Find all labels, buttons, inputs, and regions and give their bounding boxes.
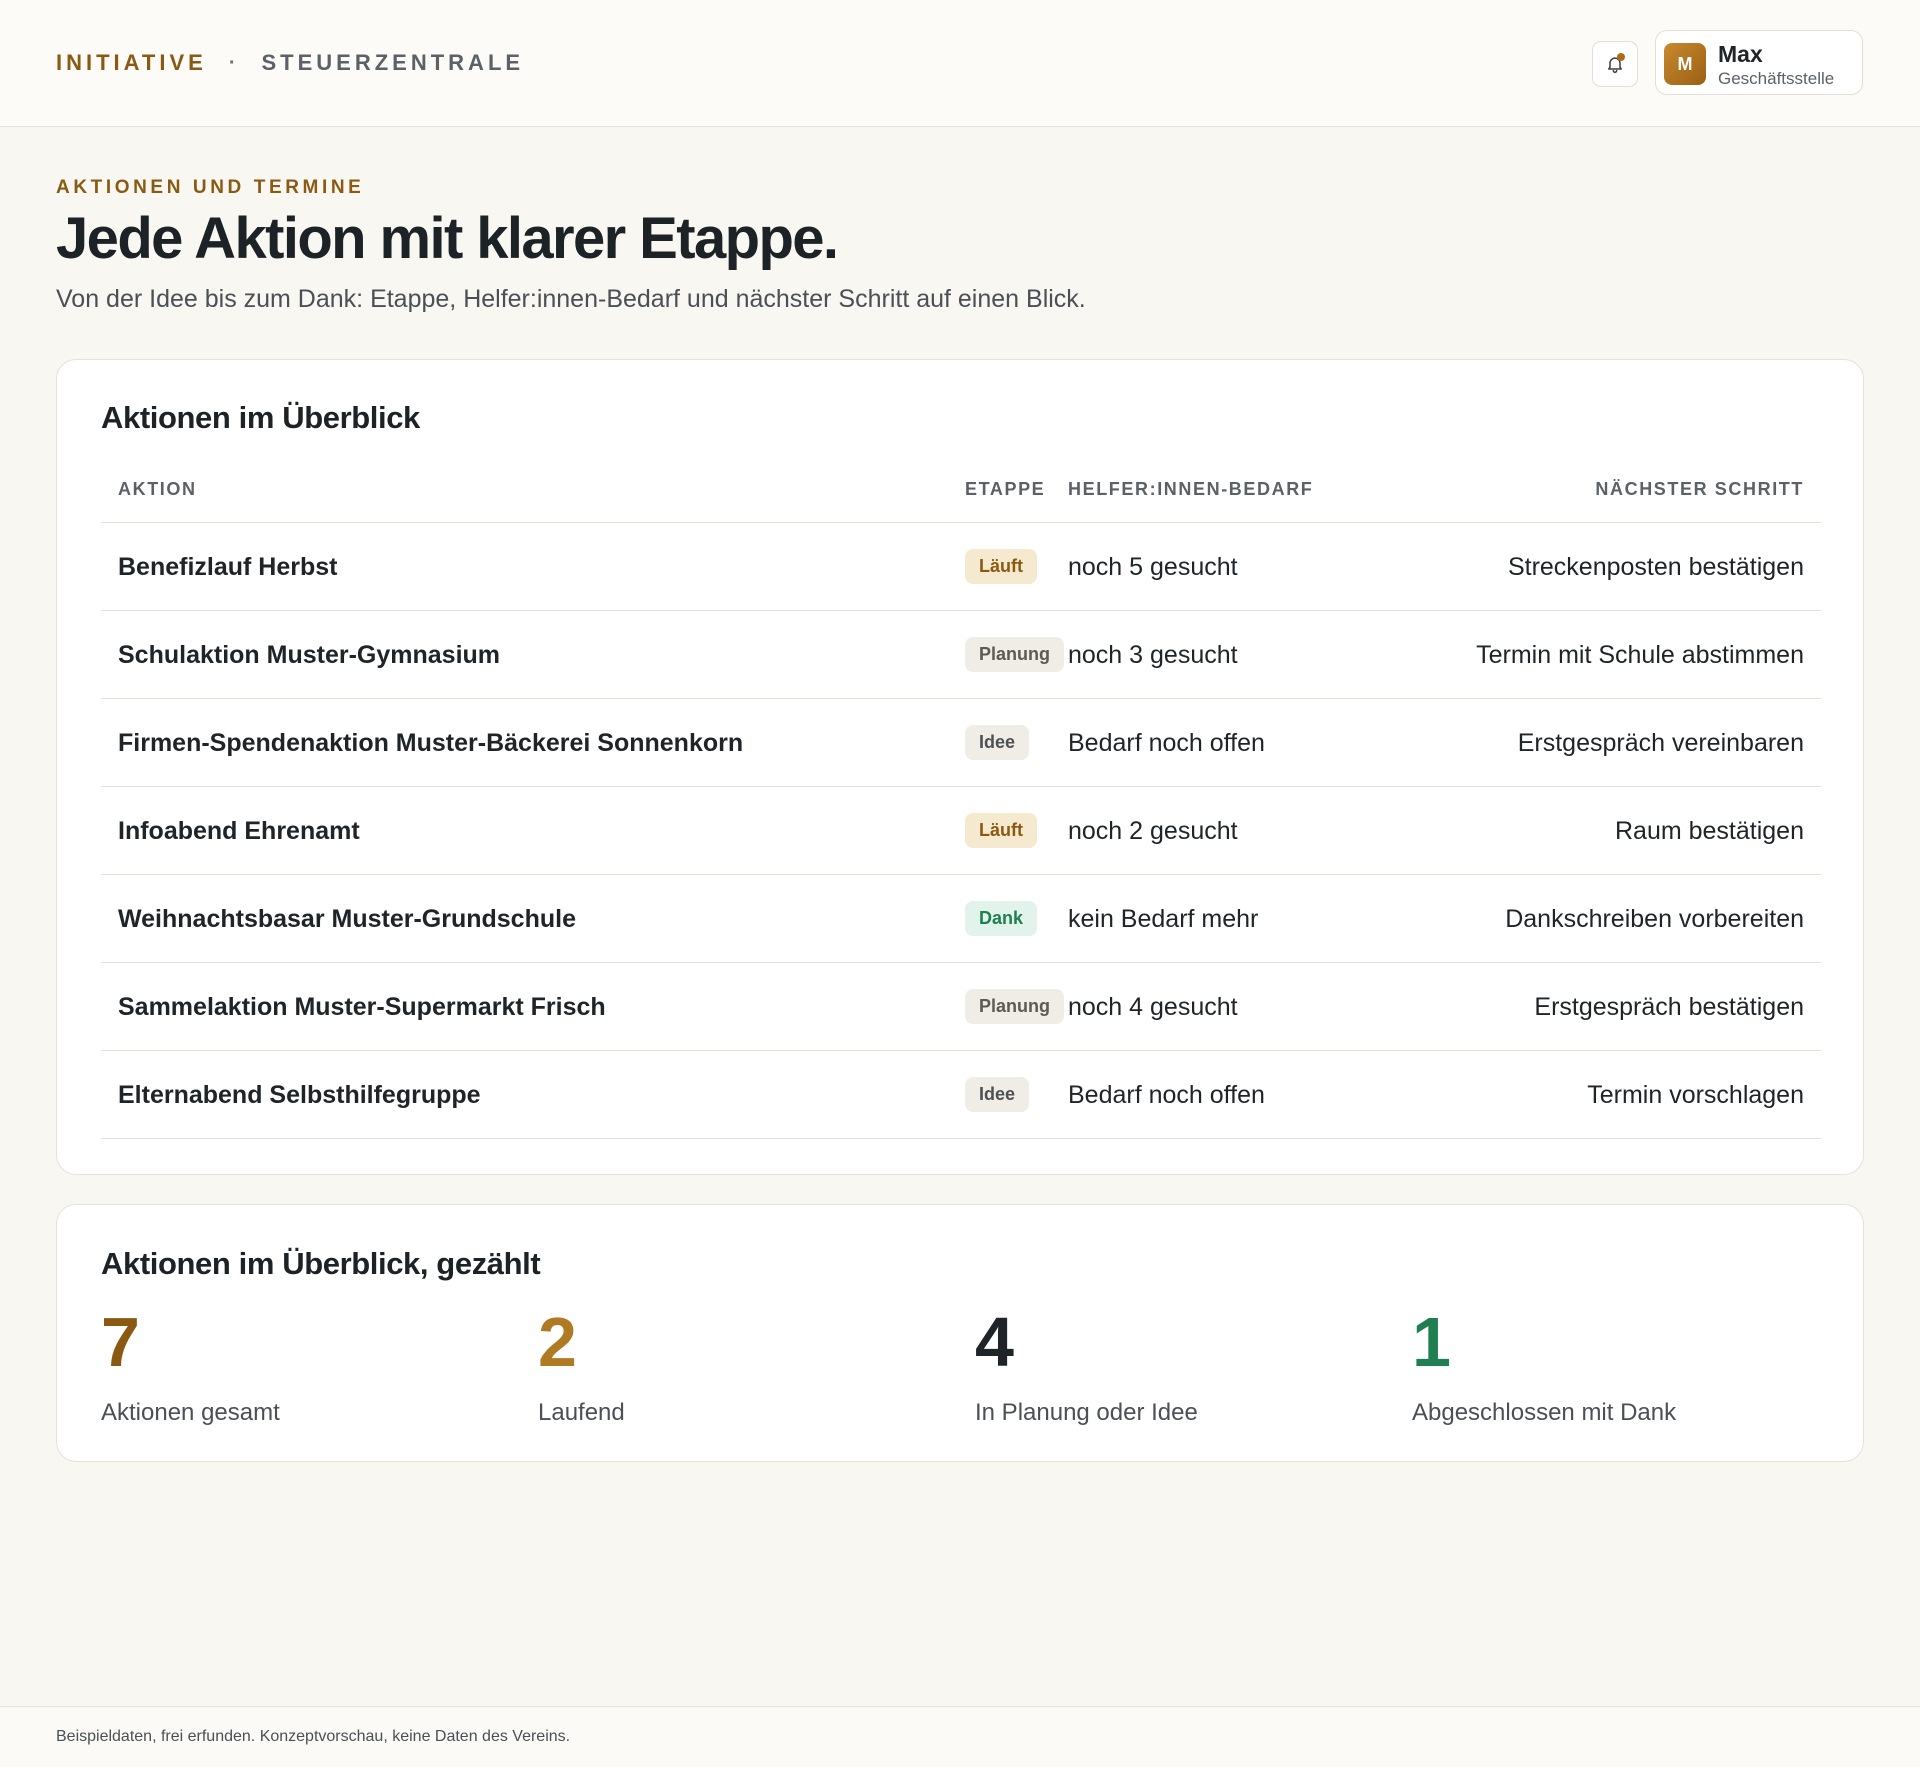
brand-separator: · [228,51,240,74]
next-step: Raum bestätigen [1614,817,1804,845]
action-name: Benefizlauf Herbst [118,553,338,581]
stage-badge: Planung [965,989,1064,1024]
next-step: Streckenposten bestätigen [1507,553,1804,581]
stat-label: In Planung oder Idee [975,1399,1198,1426]
user-name: Max [1718,41,1763,67]
next-step: Dankschreiben vorbereiten [1505,905,1804,933]
user-menu[interactable]: M Max Geschäftsstelle [1655,30,1863,95]
table-row[interactable]: Benefizlauf Herbst Läuft noch 5 gesucht … [101,523,1821,611]
helper-need: noch 4 gesucht [1068,993,1238,1021]
stat-value: 7 [101,1303,140,1381]
brand[interactable]: INITIATIVE · STEUERZENTRALE [56,50,524,76]
notification-dot [1617,53,1625,61]
stat-value: 2 [538,1303,577,1381]
table-header: AKTION ETAPPE HELFER:INNEN-BEDARF NÄCHST… [101,466,1821,523]
action-name: Firmen-Spendenaktion Muster-Bäckerei Son… [118,729,744,757]
table-row[interactable]: Sammelaktion Muster-Supermarkt Frisch Pl… [101,963,1821,1051]
stat-value: 4 [975,1303,1014,1381]
next-step: Termin mit Schule abstimmen [1476,641,1804,669]
stat-running: 2 Laufend [538,1307,625,1427]
action-name: Weihnachtsbasar Muster-Grundschule [118,905,576,933]
helper-need: noch 5 gesucht [1068,553,1238,581]
table-title: Aktionen im Überblick [101,400,420,435]
column-header-etappe[interactable]: ETAPPE [965,479,1045,500]
stage-badge: Idee [965,1077,1030,1112]
actions-table-card: Aktionen im Überblick AKTION ETAPPE HELF… [56,359,1864,1175]
helper-need: kein Bedarf mehr [1068,905,1259,933]
next-step: Termin vorschlagen [1587,1081,1804,1109]
stat-label: Laufend [538,1399,625,1426]
stat-done: 1 Abgeschlossen mit Dank [1412,1307,1676,1427]
stats-card: Aktionen im Überblick, gezählt 7 Aktione… [56,1204,1864,1462]
footer-note: Beispieldaten, frei erfunden. Konzeptvor… [56,1728,571,1745]
stage-badge: Idee [965,725,1030,760]
section-eyebrow: AKTIONEN UND TERMINE [56,177,365,198]
column-header-naechster-schritt[interactable]: NÄCHSTER SCHRITT [1595,479,1804,500]
column-header-bedarf[interactable]: HELFER:INNEN-BEDARF [1068,479,1313,500]
table-row[interactable]: Firmen-Spendenaktion Muster-Bäckerei Son… [101,699,1821,787]
helper-need: noch 3 gesucht [1068,641,1238,669]
brand-secondary: STEUERZENTRALE [261,50,525,75]
top-bar: INITIATIVE · STEUERZENTRALE M Max Geschä… [0,0,1920,127]
column-header-aktion[interactable]: AKTION [118,479,197,500]
notifications-button[interactable] [1592,41,1638,87]
page-title: Jede Aktion mit klarer Etappe. [56,206,839,271]
next-step: Erstgespräch vereinbaren [1517,729,1804,757]
action-name: Sammelaktion Muster-Supermarkt Frisch [118,993,606,1021]
stat-value: 1 [1412,1303,1451,1381]
stage-badge: Läuft [965,813,1037,848]
stat-total: 7 Aktionen gesamt [101,1307,280,1427]
helper-need: Bedarf noch offen [1068,1081,1265,1109]
stage-badge: Dank [965,901,1038,936]
user-role: Geschäftsstelle [1718,69,1835,88]
stat-label: Abgeschlossen mit Dank [1412,1399,1677,1426]
stage-badge: Planung [965,637,1064,672]
avatar: M [1664,43,1706,85]
table-row[interactable]: Schulaktion Muster-Gymnasium Planung noc… [101,611,1821,699]
helper-need: Bedarf noch offen [1068,729,1265,757]
next-step: Erstgespräch bestätigen [1534,993,1804,1021]
table-row[interactable]: Weihnachtsbasar Muster-Grundschule Dank … [101,875,1821,963]
footer: Beispieldaten, frei erfunden. Konzeptvor… [0,1706,1920,1767]
action-name: Infoabend Ehrenamt [118,817,360,845]
action-name: Schulaktion Muster-Gymnasium [118,641,501,669]
table-body: Benefizlauf Herbst Läuft noch 5 gesucht … [101,523,1821,1139]
helper-need: noch 2 gesucht [1068,817,1238,845]
stats-title: Aktionen im Überblick, gezählt [101,1246,541,1281]
table-row[interactable]: Elternabend Selbsthilfegruppe Idee Bedar… [101,1051,1821,1139]
brand-primary: INITIATIVE [56,50,207,75]
table-row[interactable]: Infoabend Ehrenamt Läuft noch 2 gesucht … [101,787,1821,875]
stage-badge: Läuft [965,549,1037,584]
stat-planning: 4 In Planung oder Idee [975,1307,1198,1427]
action-name: Elternabend Selbsthilfegruppe [118,1081,481,1109]
page-subtitle: Von der Idee bis zum Dank: Etappe, Helfe… [56,285,1086,313]
stat-label: Aktionen gesamt [101,1399,280,1426]
